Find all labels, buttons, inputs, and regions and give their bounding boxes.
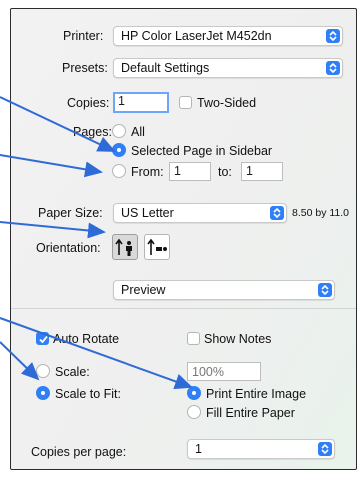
presets-label: Presets: <box>62 61 108 75</box>
show-notes-checkbox[interactable] <box>187 332 200 345</box>
scale-to-fit-label: Scale to Fit: <box>55 387 121 401</box>
auto-rotate-label: Auto Rotate <box>53 332 120 346</box>
scale-percent-field[interactable] <box>187 362 261 381</box>
pages-all-label: All <box>131 125 145 139</box>
pages-to-label: to: <box>218 165 232 179</box>
print-entire-image-label: Print Entire Image <box>206 387 307 401</box>
auto-rotate-checkbox[interactable] <box>36 332 49 345</box>
pages-label: Pages: <box>73 125 112 139</box>
copies-per-page-value: 1 <box>195 442 202 456</box>
show-notes-label: Show Notes <box>204 332 272 346</box>
copies-per-page-label: Copies per page: <box>31 445 127 459</box>
print-entire-image-radio[interactable] <box>187 386 201 400</box>
two-sided-checkbox[interactable] <box>179 96 192 109</box>
landscape-icon <box>147 238 167 255</box>
copies-label: Copies: <box>67 96 110 110</box>
pages-to-field[interactable]: 1 <box>241 162 283 181</box>
scale-radio[interactable] <box>36 364 50 378</box>
paper-size-value: US Letter <box>121 206 174 220</box>
print-dialog-panel: Printer: HP Color LaserJet M452dn Preset… <box>10 8 357 470</box>
printer-value: HP Color LaserJet M452dn <box>121 29 272 43</box>
two-sided-label: Two-Sided <box>197 96 257 110</box>
orientation-landscape-button[interactable] <box>144 234 170 260</box>
scale-to-fit-radio[interactable] <box>36 386 50 400</box>
copies-field[interactable]: 1 <box>113 92 169 113</box>
pages-all-radio[interactable] <box>112 124 126 138</box>
checkmark-icon <box>39 335 48 344</box>
pages-selected-label: Selected Page in Sidebar <box>131 144 273 158</box>
popup-stepper-icon <box>318 283 332 297</box>
copies-per-page-popup[interactable]: 1 <box>187 439 335 459</box>
section-divider <box>11 308 356 309</box>
presets-popup[interactable]: Default Settings <box>113 58 343 78</box>
portrait-icon <box>115 238 132 256</box>
paper-size-popup[interactable]: US Letter <box>113 203 287 223</box>
pages-from-label: From: <box>131 165 164 179</box>
orientation-portrait-button[interactable] <box>112 234 138 260</box>
fill-entire-paper-radio[interactable] <box>187 405 201 419</box>
paper-dimensions: 8.50 by 11.0 <box>292 207 350 219</box>
section-popup[interactable]: Preview <box>113 280 335 300</box>
paper-size-label: Paper Size: <box>38 206 103 220</box>
scale-label: Scale: <box>55 365 90 379</box>
pages-from-radio[interactable] <box>112 164 126 178</box>
printer-label: Printer: <box>63 29 104 43</box>
presets-value: Default Settings <box>121 61 210 75</box>
popup-stepper-icon <box>326 29 340 43</box>
pages-selected-radio[interactable] <box>112 143 126 157</box>
popup-stepper-icon <box>270 206 284 220</box>
pages-from-field[interactable]: 1 <box>169 162 211 181</box>
popup-stepper-icon <box>318 442 332 456</box>
section-popup-value: Preview <box>121 283 166 297</box>
printer-popup[interactable]: HP Color LaserJet M452dn <box>113 26 343 46</box>
orientation-label: Orientation: <box>36 241 101 255</box>
fill-entire-paper-label: Fill Entire Paper <box>206 406 295 420</box>
popup-stepper-icon <box>326 61 340 75</box>
